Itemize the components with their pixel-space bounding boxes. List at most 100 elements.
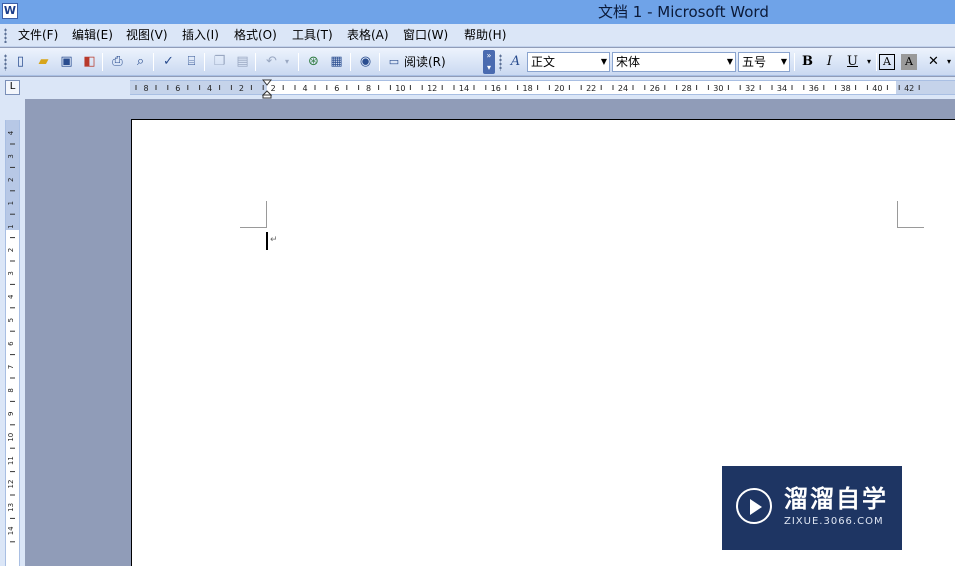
toolbar-separator	[153, 53, 154, 71]
toolbar-separator	[794, 53, 795, 71]
bold-button[interactable]: B	[798, 52, 817, 71]
menu-file[interactable]: 文件(F)	[18, 27, 58, 44]
undo-icon[interactable]: ↶	[262, 52, 281, 71]
chevron-down-icon: ▼	[726, 57, 733, 66]
chevron-down-icon: ▼	[600, 57, 607, 66]
toolbar-separator	[255, 53, 256, 71]
hyperlink-icon[interactable]: ⊛	[304, 52, 323, 71]
vertical-ruler[interactable]: 4 3 2 1 1 2 3 4 5 6 7 8 9 10 11 12 13 14	[5, 120, 20, 566]
horizontal-ruler[interactable]: 8 6 4 2 2 4 6 8 10 12 14 16 18 20 22 24 26 28 30 32 34 36 38 40…	[130, 80, 955, 95]
font-size-dropdown[interactable]: 五号 ▼	[738, 52, 790, 72]
horizontal-ruler-ticks: 8 6 4 2 2 4 6 8 10 12 14 16 18 20 22 24 26 28 30 32 34 36 38 40…	[135, 84, 920, 93]
menu-view[interactable]: 视图(V)	[126, 27, 168, 44]
ruler-label: 24	[618, 84, 628, 93]
ruler-label: 1	[7, 201, 15, 205]
play-logo-icon	[736, 488, 772, 524]
toolbar-overflow-button[interactable]: » ▾	[483, 50, 495, 74]
toolbar-grip[interactable]	[4, 54, 7, 71]
char-shading-button[interactable]: A	[901, 54, 917, 70]
ruler-label: 40	[872, 84, 882, 93]
underline-dropdown-icon[interactable]: ▾	[864, 52, 874, 71]
ruler-label: 42	[904, 84, 914, 93]
open-folder-icon[interactable]: ▰	[34, 52, 53, 71]
crop-mark	[897, 201, 898, 228]
ruler-label: 10	[7, 433, 15, 442]
spelling-icon[interactable]: ✓	[159, 52, 178, 71]
word-doc-icon[interactable]: W	[2, 3, 18, 19]
crop-mark	[897, 227, 924, 228]
ruler-label: 8	[7, 388, 15, 392]
table-icon[interactable]: ▦	[327, 52, 346, 71]
toolbar: ▯ ▰ ▣ ◧ ⎙ ⌕ ✓ ⌸ ❐ ▤ ↶ ▾ ⊛ ▦ ◉ ▭ 阅读(R) » ▾…	[0, 48, 955, 76]
crop-mark	[240, 227, 267, 228]
menu-tools[interactable]: 工具(T)	[292, 27, 333, 44]
title-bar: W 文档 1 - Microsoft Word	[0, 0, 955, 24]
ruler-label: 6	[7, 341, 15, 346]
char-scale-icon[interactable]: ✕	[924, 52, 943, 71]
ruler-label: 8	[366, 84, 371, 93]
permission-icon[interactable]: ◧	[80, 52, 99, 71]
style-value: 正文	[531, 55, 556, 69]
ruler-label: 14	[459, 84, 469, 93]
menu-insert[interactable]: 插入(I)	[182, 27, 219, 44]
char-border-button[interactable]: A	[879, 54, 895, 70]
styles-pane-icon[interactable]: A	[506, 52, 525, 71]
font-dropdown[interactable]: 宋体 ▼	[612, 52, 736, 72]
ruler-label: 30	[713, 84, 723, 93]
menu-table[interactable]: 表格(A)	[347, 27, 389, 44]
ruler-label: 28	[682, 84, 692, 93]
menubar-grip[interactable]	[4, 28, 7, 43]
ruler-label: 13	[7, 503, 15, 512]
menu-help[interactable]: 帮助(H)	[464, 27, 506, 44]
ruler-label: 16	[491, 84, 501, 93]
ruler-label: 38	[841, 84, 851, 93]
menu-format[interactable]: 格式(O)	[234, 27, 277, 44]
paste-icon[interactable]: ▤	[233, 52, 252, 71]
ruler-label: 10	[395, 84, 405, 93]
menu-window[interactable]: 窗口(W)	[403, 27, 448, 44]
toolbar-separator	[102, 53, 103, 71]
ruler-label: 32	[745, 84, 755, 93]
ruler-label: 6	[334, 84, 339, 93]
format-toolbar-grip[interactable]	[499, 54, 502, 71]
font-value: 宋体	[616, 55, 641, 69]
ruler-label: 3	[7, 154, 15, 158]
watermark-logo: 溜溜自学 ZIXUE.3066.COM	[722, 466, 902, 550]
watermark-subtitle: ZIXUE.3066.COM	[784, 516, 884, 527]
toolbar-options-icon[interactable]: ▾	[944, 52, 954, 71]
ruler-label: 11	[7, 456, 15, 465]
tab-stop-selector[interactable]: L	[5, 80, 20, 95]
save-icon[interactable]: ▣	[57, 52, 76, 71]
ruler-label: 4	[7, 130, 15, 135]
menu-bar: 文件(F) 编辑(E) 视图(V) 插入(I) 格式(O) 工具(T) 表格(A…	[0, 24, 955, 47]
ruler-label: 3	[7, 271, 15, 275]
text-cursor	[266, 232, 268, 250]
ruler-label: 8	[143, 84, 148, 93]
italic-button[interactable]: I	[820, 52, 839, 71]
ruler-label: 12	[7, 480, 15, 489]
copy-icon[interactable]: ❐	[210, 52, 229, 71]
help-icon[interactable]: ◉	[356, 52, 375, 71]
underline-button[interactable]: U	[843, 52, 862, 71]
undo-dropdown-icon[interactable]: ▾	[282, 52, 292, 71]
ruler-label: 18	[523, 84, 533, 93]
ruler-label: 9	[7, 412, 15, 416]
ruler-label: 36	[809, 84, 819, 93]
vertical-ruler-ticks: 43211234567891011121314	[7, 130, 15, 543]
read-mode-button[interactable]: 阅读(R)	[404, 53, 446, 71]
indent-marker[interactable]	[262, 79, 272, 99]
watermark-title: 溜溜自学	[784, 485, 888, 513]
ruler-label: 4	[7, 294, 15, 299]
toolbar-separator	[204, 53, 205, 71]
ruler-label: 7	[7, 365, 15, 369]
ruler-label: 22	[586, 84, 596, 93]
ruler-label: 12	[427, 84, 437, 93]
menu-edit[interactable]: 编辑(E)	[72, 27, 113, 44]
research-icon[interactable]: ⌸	[182, 52, 201, 71]
print-icon[interactable]: ⎙	[108, 52, 127, 71]
new-doc-icon[interactable]: ▯	[11, 52, 30, 71]
read-mode-icon: ▭	[388, 55, 400, 68]
print-preview-icon[interactable]: ⌕	[131, 52, 150, 71]
ruler-label: 14	[7, 526, 15, 535]
style-dropdown[interactable]: 正文 ▼	[527, 52, 610, 72]
